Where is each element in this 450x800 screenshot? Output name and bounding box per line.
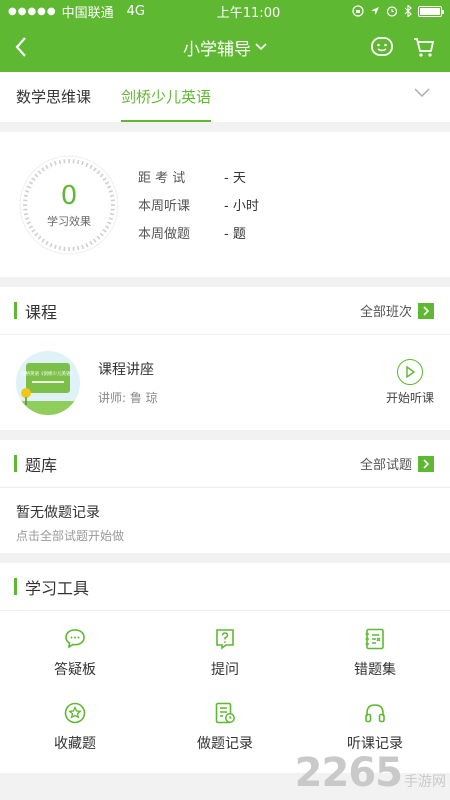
stat-row-practice: 本周做题 - 题 [138,227,246,242]
category-dropdown[interactable]: 小学辅导 [183,35,267,60]
network-type: 4G [126,3,146,19]
chevron-right-icon [418,302,434,319]
tool-ask-question[interactable]: 提问 [150,627,300,701]
chat-icon [65,629,85,649]
learning-effect-gauge: 0 学习效果 [18,154,120,256]
learning-stats-card: 0 学习效果 距 考 试- 天 本周听课 - 小时 本周做题 - 题 [0,132,450,277]
question-icon [216,629,234,650]
location-icon [370,7,379,15]
tools-section: 学习工具 答疑板 提问 错题集 收藏题 做题记录 听课记录 [0,563,450,773]
tab-cambridge-english[interactable]: 剑桥少儿英语 [121,72,212,122]
tab-math[interactable]: 数学思维课 [16,72,91,122]
error-book-icon [365,628,384,650]
clock: 上午11:00 [216,5,281,21]
tool-error-book[interactable]: 错题集 [300,627,450,701]
stat-row-exam: 距 考 试- 天 [138,171,246,186]
signal-indicator: ●●●●● [8,5,57,17]
tool-practice-records[interactable]: 做题记录 [150,701,300,775]
smiley-service-icon[interactable] [370,36,394,58]
status-bar: ●●●●● 中国联通 4G 上午11:00 [0,0,450,22]
start-listening-button[interactable]: 开始听课 [386,359,434,406]
carrier-name: 中国联通 [61,5,114,21]
headphones-icon [365,704,385,723]
all-classes-link[interactable]: 全部班次 [360,301,434,320]
stat-row-listening: 本周听课 - 小时 [138,199,259,214]
subject-tabs: 数学思维课 剑桥少儿英语 [0,72,450,122]
tool-qa-board[interactable]: 答疑板 [0,627,150,701]
section-accent-bar [14,455,17,472]
page-title: 小学辅导 [183,39,251,60]
star-icon [64,702,86,724]
cart-icon[interactable] [412,36,436,58]
alarm-icon [386,6,398,17]
lock-rotation-icon [352,5,364,17]
course-item[interactable]: 剑桥英语《剑桥少儿英语》 课程讲座 讲师: 鲁 琼 开始听课 [0,335,450,430]
section-accent-bar [14,302,17,319]
tool-favorites[interactable]: 收藏题 [0,701,150,775]
empty-quiz-title: 暂无做题记录 [16,505,100,521]
learning-effect-label: 学习效果 [47,214,91,228]
chevron-down-icon [255,43,267,51]
learning-effect-score: 0 [60,180,78,211]
battery-icon [417,5,444,17]
top-navbar: 小学辅导 [0,22,450,72]
site-watermark: 2265 手游网 [294,750,446,796]
bluetooth-icon [404,5,412,17]
empty-quiz-hint: 点击全部试题开始做 [16,529,125,543]
back-icon[interactable] [14,36,28,58]
play-icon [396,359,423,385]
course-section: 课程 全部班次 剑桥英语《剑桥少儿英语》 课程讲座 讲师: 鲁 琼 开始听课 [0,287,450,430]
chevron-right-icon [418,455,434,472]
course-teacher: 讲师: 鲁 琼 [98,391,158,405]
course-name: 课程讲座 [98,362,154,378]
course-thumbnail: 剑桥英语《剑桥少儿英语》 [16,350,80,415]
tools-section-title: 学习工具 [25,578,90,598]
empty-quiz-state: 暂无做题记录 点击全部试题开始做 [0,488,450,553]
quiz-section-title: 题库 [25,455,58,475]
stat-list: 距 考 试- 天 本周听课 - 小时 本周做题 - 题 [138,163,259,247]
tabs-expand-icon[interactable] [414,88,430,98]
course-section-title: 课程 [25,302,58,322]
section-accent-bar [14,578,17,595]
record-icon [215,702,235,724]
all-questions-link[interactable]: 全部试题 [360,454,434,473]
thumbnail-caption: 剑桥英语《剑桥少儿英语》 [21,370,75,377]
quiz-section: 题库 全部试题 暂无做题记录 点击全部试题开始做 [0,440,450,553]
